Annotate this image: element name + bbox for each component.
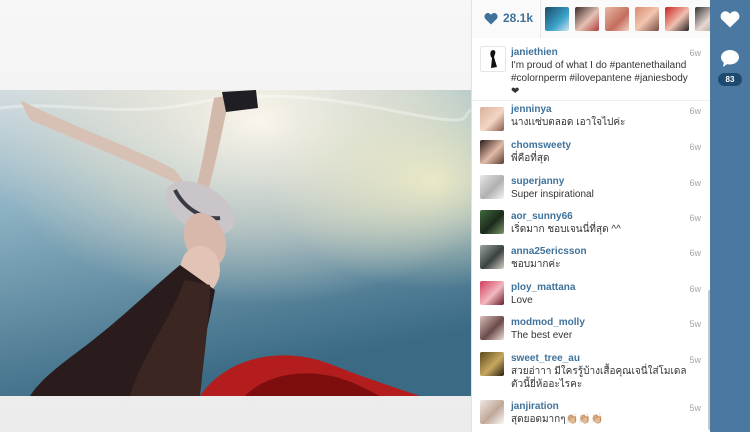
likes-count: 28.1k <box>503 11 534 25</box>
photo-stage <box>0 0 471 432</box>
liker-avatar[interactable] <box>575 7 599 31</box>
liker-avatar[interactable] <box>545 7 569 31</box>
caption-text: I'm proud of what I do #pantenethailand … <box>511 60 688 97</box>
comment-text: พี่คือที่สุด <box>511 153 550 164</box>
rail-comment-button[interactable] <box>718 46 742 70</box>
comment-username[interactable]: aor_sunny66 <box>511 211 573 223</box>
comment-username[interactable]: janjiration <box>511 401 559 413</box>
avatar[interactable] <box>480 107 504 131</box>
comment-username[interactable]: chomsweety <box>511 140 571 152</box>
avatar[interactable] <box>480 175 504 199</box>
speech-bubble-icon <box>721 49 739 67</box>
comment-age: 6w <box>689 213 701 223</box>
comment-age: 6w <box>689 284 701 294</box>
avatar[interactable] <box>480 352 504 376</box>
comment-text: The best ever <box>511 330 573 341</box>
rail-like-button[interactable] <box>718 7 742 31</box>
post-photo <box>0 90 471 396</box>
comment-text: Super inspirational <box>511 189 594 200</box>
heart-icon <box>484 12 498 24</box>
silhouette-icon <box>490 50 497 68</box>
liker-avatar[interactable] <box>665 7 689 31</box>
comment-item: janjiration 5w สุดยอดมากๆ👏🏼👏🏼👏🏼 <box>472 398 711 432</box>
caption-age: 6w <box>689 48 701 58</box>
comment-username[interactable]: jenninya <box>511 104 552 116</box>
avatar[interactable] <box>480 400 504 424</box>
comment-age: 5w <box>689 355 701 365</box>
avatar[interactable] <box>480 140 504 164</box>
comment-username[interactable]: ploy_mattana <box>511 282 575 294</box>
avatar[interactable] <box>480 245 504 269</box>
comment-age: 6w <box>689 142 701 152</box>
comment-item: chomsweety 6w พี่คือที่สุด <box>472 137 711 173</box>
heart-icon <box>720 11 740 28</box>
comment-text: เริ่ดมาก ชอบเจนนี่ที่สุด ^^ <box>511 224 621 235</box>
underwater-photo <box>0 90 471 396</box>
avatar[interactable] <box>480 316 504 340</box>
comment-age: 6w <box>689 106 701 116</box>
comment-item: superjanny 6w Super inspirational <box>472 173 711 209</box>
avatar[interactable] <box>480 210 504 234</box>
likes-bar: 28.1k <box>472 0 719 39</box>
comment-age: 6w <box>689 178 701 188</box>
comment-item: anna25ericsson 6w ชอบมากค่ะ <box>472 243 711 279</box>
comment-username[interactable]: modmod_molly <box>511 317 585 329</box>
action-rail: 83 <box>710 0 750 432</box>
liker-avatar[interactable] <box>605 7 629 31</box>
avatar[interactable] <box>480 281 504 305</box>
comment-age: 5w <box>689 319 701 329</box>
comment-age: 6w <box>689 248 701 258</box>
caption-username[interactable]: janiethien <box>511 47 558 59</box>
comment-item: aor_sunny66 6w เริ่ดมาก ชอบเจนนี่ที่สุด … <box>472 208 711 244</box>
comment-text: Love <box>511 295 533 306</box>
comment-count-badge: 83 <box>718 73 742 86</box>
comment-text: นางเเซ่บตลอด เอาใจไปค่ะ <box>511 117 626 128</box>
likes-button[interactable]: 28.1k <box>484 11 533 25</box>
likers-list <box>540 0 719 38</box>
post-panel: 28.1k janiethien 6w I'm proud of what I … <box>471 0 719 432</box>
comment-item: ploy_mattana 6w Love <box>472 279 711 315</box>
comment-item: jenninya 6w นางเเซ่บตลอด เอาใจไปค่ะ <box>472 101 711 137</box>
comment-username[interactable]: sweet_tree_au <box>511 353 580 365</box>
comment-text: สุดยอดมากๆ👏🏼👏🏼👏🏼 <box>511 414 603 425</box>
liker-avatar[interactable] <box>635 7 659 31</box>
caption: janiethien 6w I'm proud of what I do #pa… <box>472 38 711 101</box>
comment-username[interactable]: anna25ericsson <box>511 246 587 258</box>
avatar[interactable] <box>480 46 506 72</box>
comment-text: สวยอ่าาา มีใครรู้บ้างเสื้อคุณเจนี่ใส่โมเ… <box>511 366 687 390</box>
comment-list: jenninya 6w นางเเซ่บตลอด เอาใจไปค่ะ chom… <box>472 101 711 432</box>
comment-username[interactable]: superjanny <box>511 176 564 188</box>
comment-text: ชอบมากค่ะ <box>511 259 561 270</box>
comment-item: modmod_molly 5w The best ever <box>472 314 711 350</box>
comment-age: 5w <box>689 403 701 413</box>
comment-item: sweet_tree_au 5w สวยอ่าาา มีใครรู้บ้างเส… <box>472 350 711 396</box>
